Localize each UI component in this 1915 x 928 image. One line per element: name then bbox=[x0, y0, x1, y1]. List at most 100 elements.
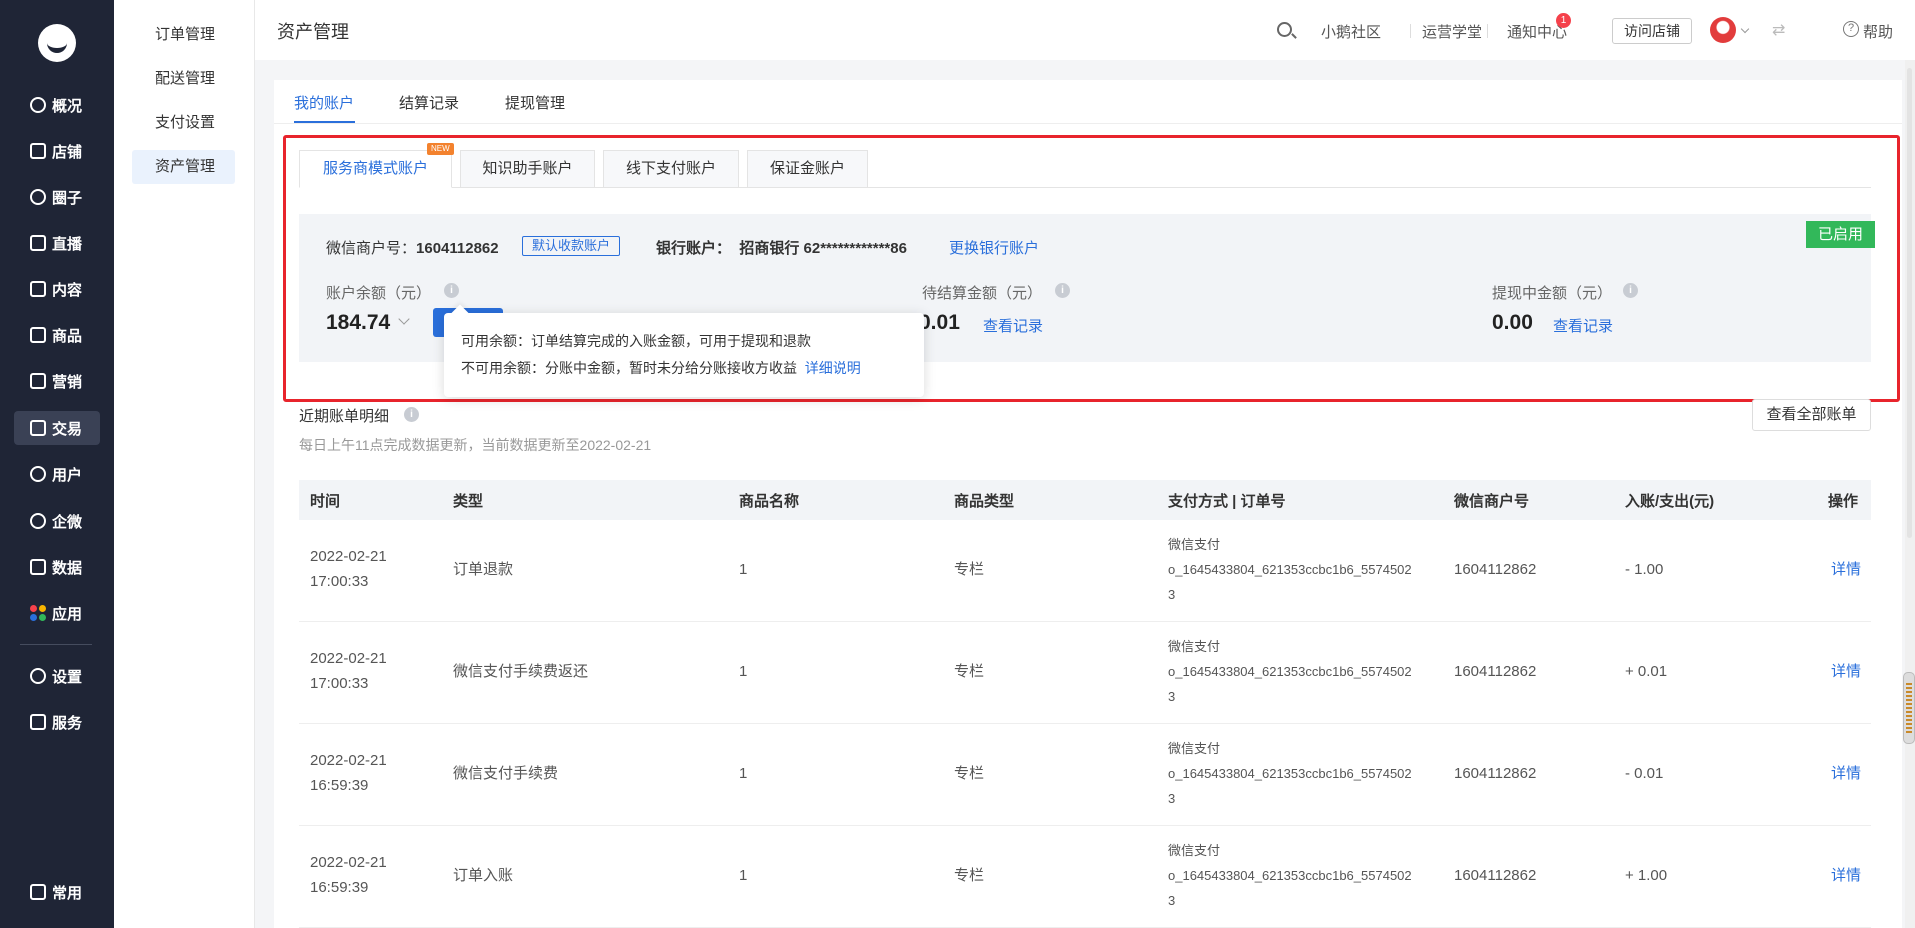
table-row: 2022-02-21 17:00:33 订单退款 1 专栏 微信支付 o_16454… bbox=[299, 520, 1871, 622]
app-logo[interactable] bbox=[38, 24, 76, 62]
tab-withdraw-management[interactable]: 提现管理 bbox=[505, 92, 565, 113]
cell-name: 1 bbox=[739, 765, 748, 782]
nav-item-overview[interactable]: 概况 bbox=[14, 88, 100, 122]
cell-type: 订单入账 bbox=[453, 867, 514, 884]
submenu: 订单管理 配送管理 支付设置 资产管理 bbox=[114, 0, 255, 928]
balance-label: 账户余额（元） bbox=[326, 285, 432, 302]
pending-records-link[interactable]: 查看记录 bbox=[983, 315, 1043, 336]
help-icon[interactable]: ? bbox=[1843, 21, 1859, 37]
tab-underline bbox=[294, 121, 355, 123]
detail-link[interactable]: 详情 bbox=[1831, 863, 1861, 888]
withdrawing-records-link[interactable]: 查看记录 bbox=[1553, 315, 1613, 336]
table-row: 2022-02-21 16:59:39 微信支付手续费 1 专栏 微信支付 o_16… bbox=[299, 724, 1871, 826]
submenu-order-management[interactable]: 订单管理 bbox=[132, 18, 235, 52]
avatar[interactable] bbox=[1710, 17, 1736, 43]
info-icon[interactable]: i bbox=[404, 407, 419, 422]
transaction-icon bbox=[30, 420, 46, 436]
content-icon bbox=[30, 281, 46, 297]
visit-store-button[interactable]: 访问店铺 bbox=[1612, 18, 1692, 44]
cell-time: 2022-02-21 16:59:39 bbox=[310, 752, 387, 794]
nav-item-store[interactable]: 店铺 bbox=[14, 134, 100, 168]
live-icon bbox=[30, 235, 46, 251]
cell-amount: - 0.01 bbox=[1625, 765, 1664, 782]
detail-link[interactable]: 详情 bbox=[1831, 761, 1861, 786]
withdrawing-value: 0.00 bbox=[1492, 311, 1533, 334]
scrollbar-inner[interactable] bbox=[1907, 68, 1912, 538]
cell-name: 1 bbox=[739, 867, 748, 884]
nav-item-content[interactable]: 内容 bbox=[14, 272, 100, 306]
tooltip-detail-link[interactable]: 详细说明 bbox=[805, 360, 861, 376]
switch-icon[interactable]: ⇄ bbox=[1772, 20, 1785, 40]
column-header: 操作 bbox=[1828, 493, 1859, 510]
table-row: 2022-02-21 16:59:39 订单入账 1 专栏 微信支付 o_16454… bbox=[299, 826, 1871, 928]
apps-icon bbox=[30, 605, 46, 621]
info-icon[interactable]: i bbox=[444, 283, 459, 298]
cell-product-type: 专栏 bbox=[954, 561, 985, 578]
nav-item-data[interactable]: 数据 bbox=[14, 550, 100, 584]
header-separator bbox=[1487, 24, 1488, 38]
submenu-delivery-management[interactable]: 配送管理 bbox=[132, 62, 235, 96]
account-tab-service-provider[interactable]: 服务商模式账户 bbox=[299, 150, 452, 188]
pending-label: 待结算金额（元） bbox=[922, 285, 1043, 302]
page-title: 资产管理 bbox=[277, 22, 349, 42]
detail-link[interactable]: 详情 bbox=[1831, 659, 1861, 684]
column-header: 微信商户号 bbox=[1454, 493, 1530, 510]
cell-time: 2022-02-21 17:00:33 bbox=[310, 548, 387, 590]
notification-badge: 1 bbox=[1556, 13, 1571, 28]
submenu-payment-settings[interactable]: 支付设置 bbox=[132, 106, 235, 140]
info-icon[interactable]: i bbox=[1055, 283, 1070, 298]
pie-chart-icon bbox=[30, 97, 46, 113]
status-badge: 已启用 bbox=[1806, 221, 1875, 248]
cell-product-type: 专栏 bbox=[954, 663, 985, 680]
top-header: 资产管理 小鹅社区 运营学堂 通知中心 1 访问店铺 ⇄ ? 帮助 bbox=[255, 0, 1915, 60]
list-icon bbox=[30, 884, 46, 900]
account-tab-offline-payment[interactable]: 线下支付账户 bbox=[603, 150, 739, 188]
search-icon[interactable] bbox=[1277, 22, 1292, 37]
nav-item-common[interactable]: 常用 bbox=[14, 875, 100, 909]
account-tab-deposit[interactable]: 保证金账户 bbox=[747, 150, 868, 188]
cell-type: 微信支付手续费 bbox=[453, 765, 559, 782]
header-link-academy[interactable]: 运营学堂 bbox=[1422, 21, 1482, 42]
nav-item-apps[interactable]: 应用 bbox=[14, 596, 100, 630]
table-row: 2022-02-21 17:00:33 微信支付手续费返还 1 专栏 微信支付 o_… bbox=[299, 622, 1871, 724]
cell-merchant: 1604112862 bbox=[1454, 663, 1537, 680]
cell-merchant: 1604112862 bbox=[1454, 867, 1537, 884]
change-bank-link[interactable]: 更换银行账户 bbox=[949, 237, 1039, 258]
cell-name: 1 bbox=[739, 663, 748, 680]
nav-item-user[interactable]: 用户 bbox=[14, 457, 100, 491]
header-link-community[interactable]: 小鹅社区 bbox=[1321, 21, 1381, 42]
detail-link[interactable]: 详情 bbox=[1831, 557, 1861, 582]
nav-item-product[interactable]: 商品 bbox=[14, 318, 100, 352]
cell-payment: 微信支付 o_1645433804_621353ccbc1b6_5574502 3 bbox=[1168, 537, 1412, 602]
nav-item-settings[interactable]: 设置 bbox=[14, 659, 100, 693]
submenu-asset-management[interactable]: 资产管理 bbox=[132, 150, 235, 184]
withdrawing-label: 提现中金额（元） bbox=[1492, 285, 1613, 302]
nav-item-transaction[interactable]: 交易 bbox=[14, 411, 100, 445]
chevron-down-icon[interactable] bbox=[1740, 24, 1750, 34]
data-icon bbox=[30, 559, 46, 575]
column-header: 时间 bbox=[310, 493, 341, 510]
account-tabs-divider bbox=[299, 187, 1871, 188]
nav-item-service[interactable]: 服务 bbox=[14, 705, 100, 739]
nav-item-live[interactable]: 直播 bbox=[14, 226, 100, 260]
tab-settlement-records[interactable]: 结算记录 bbox=[399, 92, 459, 113]
nav-item-wecom[interactable]: 企微 bbox=[14, 504, 100, 538]
info-icon[interactable]: i bbox=[1623, 283, 1638, 298]
tab-my-account[interactable]: 我的账户 bbox=[294, 92, 354, 113]
scrollbar-thumb[interactable] bbox=[1903, 672, 1915, 744]
cell-payment: 微信支付 o_1645433804_621353ccbc1b6_5574502 3 bbox=[1168, 843, 1412, 908]
help-link[interactable]: 帮助 bbox=[1863, 21, 1893, 42]
account-tab-knowledge-assistant[interactable]: 知识助手账户 bbox=[460, 150, 595, 188]
cell-product-type: 专栏 bbox=[954, 765, 985, 782]
cell-amount: + 0.01 bbox=[1625, 663, 1668, 680]
nav-item-community[interactable]: 圈子 bbox=[14, 180, 100, 214]
column-header: 类型 bbox=[453, 493, 484, 510]
main-nav: 概况 店铺 圈子 直播 内容 商品 营销 交易 用户 企微 数据 应用 设置 服… bbox=[0, 0, 114, 928]
view-all-bills-button[interactable]: 查看全部账单 bbox=[1752, 399, 1871, 431]
cell-name: 1 bbox=[739, 561, 748, 578]
cell-time: 2022-02-21 16:59:39 bbox=[310, 854, 387, 896]
nav-item-marketing[interactable]: 营销 bbox=[14, 364, 100, 398]
cell-product-type: 专栏 bbox=[954, 867, 985, 884]
megaphone-icon bbox=[30, 373, 46, 389]
cell-type: 订单退款 bbox=[453, 561, 514, 578]
